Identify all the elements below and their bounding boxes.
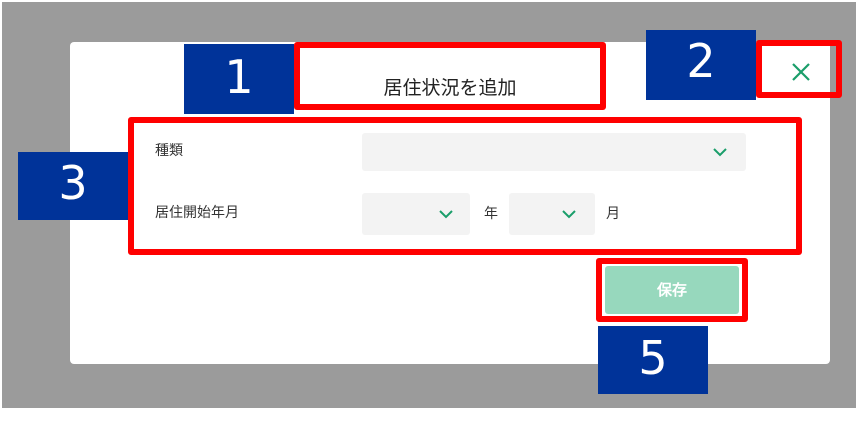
highlight-box-title (294, 42, 606, 110)
callout-badge-3: 3 (18, 152, 128, 220)
highlight-box-save (596, 258, 748, 322)
callout-badge-2: 2 (646, 30, 756, 100)
highlight-box-close (756, 40, 842, 98)
callout-badge-1: 1 (184, 44, 294, 114)
callout-badge-5: 5 (598, 326, 708, 394)
screenshot-stage: 居住状況を追加 種類 居住開始年月 年 月 保存 1 2 3 5 (0, 0, 858, 427)
highlight-box-form (128, 117, 802, 255)
